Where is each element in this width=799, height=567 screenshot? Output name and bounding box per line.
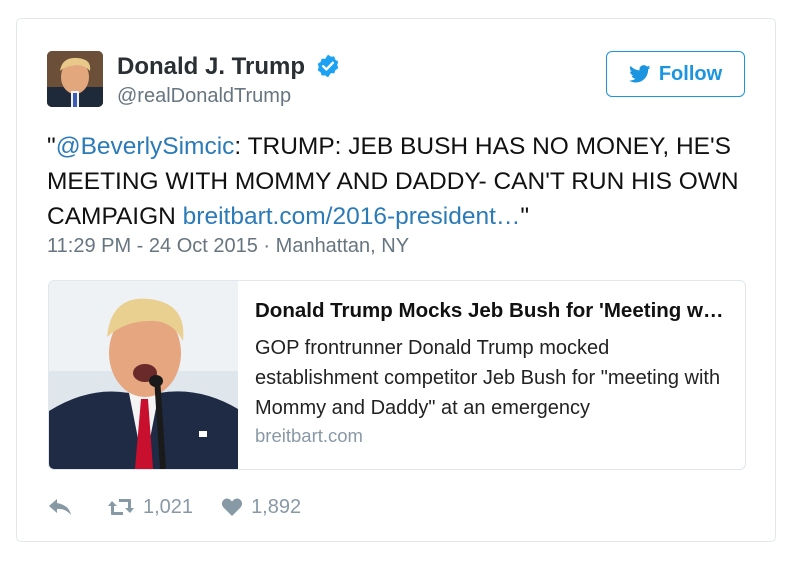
retweet-count: 1,021 xyxy=(143,495,194,518)
mention-link[interactable]: @BeverlySimcic xyxy=(56,133,235,160)
card-description: GOP frontrunner Donald Trump mocked esta… xyxy=(255,337,721,419)
reply-icon xyxy=(47,497,73,517)
twitter-bird-icon xyxy=(628,65,651,83)
like-button[interactable]: 1,892 xyxy=(221,496,301,519)
author-name[interactable]: Donald J. Trump xyxy=(117,53,305,81)
follow-button[interactable]: Follow xyxy=(606,51,745,97)
verified-badge-icon xyxy=(315,53,341,79)
card-body: Donald Trump Mocks Jeb Bush for 'Meeting… xyxy=(255,297,730,447)
card-domain: breitbart.com xyxy=(255,425,363,446)
heart-icon xyxy=(221,497,243,517)
follow-label: Follow xyxy=(658,62,723,85)
tweet-card: Donald J. Trump @realDonaldTrump Follow … xyxy=(16,18,776,542)
tweet-actions: 1,021 1,892 xyxy=(47,491,301,523)
card-title[interactable]: Donald Trump Mocks Jeb Bush for 'Meeting… xyxy=(255,297,725,325)
meta-separator: · xyxy=(263,235,271,257)
tweet-meta: 11:29 PM - 24 Oct 2015 · Manhattan, NY xyxy=(47,235,409,258)
timestamp[interactable]: 11:29 PM - 24 Oct 2015 xyxy=(47,235,258,257)
like-count: 1,892 xyxy=(251,495,302,518)
tweet-text: "@BeverlySimcic: TRUMP: JEB BUSH HAS NO … xyxy=(47,129,747,234)
card-thumbnail xyxy=(49,281,238,469)
open-quote: " xyxy=(47,133,56,160)
author-avatar[interactable] xyxy=(47,51,103,107)
reply-button[interactable] xyxy=(47,497,73,517)
link-card[interactable]: Donald Trump Mocks Jeb Bush for 'Meeting… xyxy=(48,280,746,470)
retweet-button[interactable]: 1,021 xyxy=(107,496,193,519)
location[interactable]: Manhattan, NY xyxy=(276,235,409,257)
close-quote: " xyxy=(520,203,530,230)
retweet-icon xyxy=(107,497,135,517)
article-link[interactable]: breitbart.com/2016-president… xyxy=(183,203,521,230)
author-handle[interactable]: @realDonaldTrump xyxy=(117,85,291,108)
